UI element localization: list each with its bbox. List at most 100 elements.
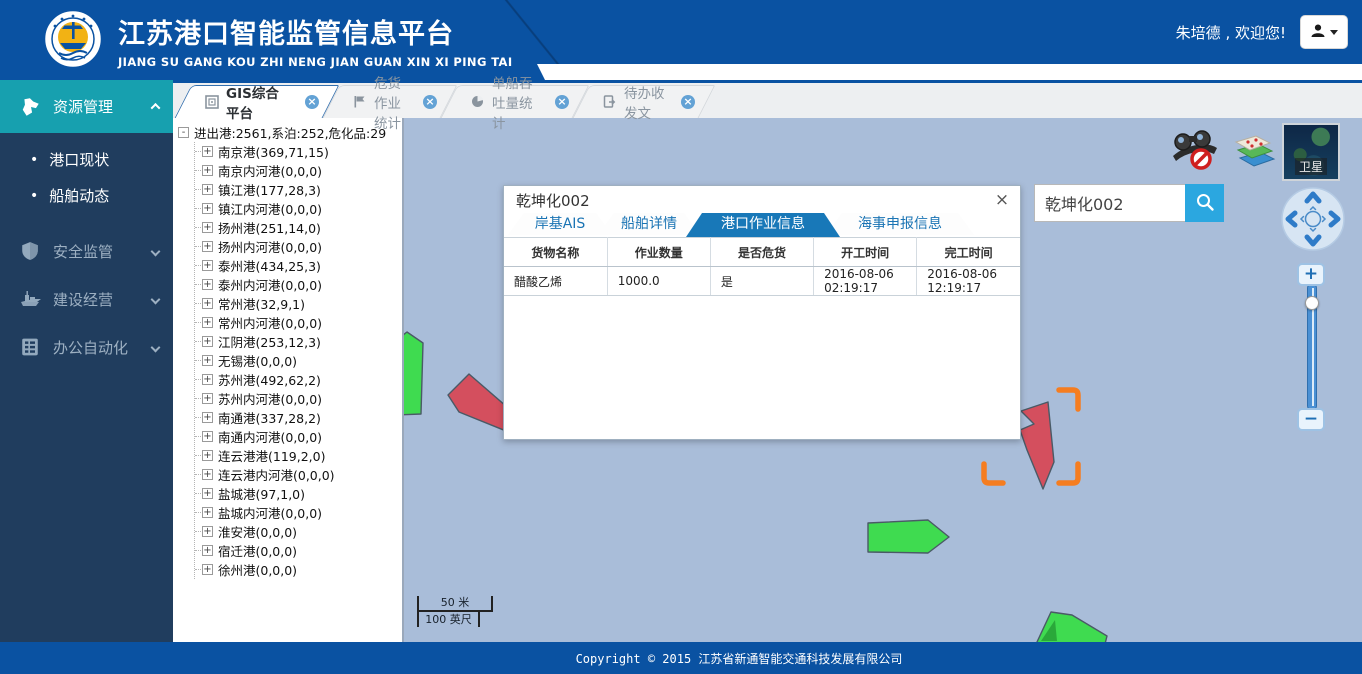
- tab-dangerous-cargo-stats[interactable]: 危货作业统计: [331, 85, 449, 118]
- tree-node-label: 淮安港(0,0,0): [218, 522, 297, 541]
- expand-icon[interactable]: [202, 507, 213, 518]
- tree-root-node[interactable]: 进出港:2561,系泊:252,危化品:29: [173, 123, 402, 142]
- expand-icon[interactable]: [202, 298, 213, 309]
- expand-icon[interactable]: [202, 545, 213, 556]
- collapse-icon[interactable]: [178, 127, 189, 138]
- satellite-view-button[interactable]: 卫星: [1282, 123, 1340, 181]
- tree-node[interactable]: 镇江内河港(0,0,0): [195, 199, 402, 218]
- tree-node-label: 江阴港(253,12,3): [218, 332, 321, 351]
- close-icon[interactable]: [305, 95, 319, 109]
- tree-node-label: 南京港(369,71,15): [218, 142, 329, 161]
- ship-marker-green[interactable]: [868, 520, 949, 553]
- zoom-out-button[interactable]: −: [1297, 408, 1325, 431]
- tree-node[interactable]: 常州港(32,9,1): [195, 294, 402, 313]
- tree-node[interactable]: 扬州内河港(0,0,0): [195, 237, 402, 256]
- sidebar-item-safety-supervision[interactable]: 安全监管: [0, 227, 173, 275]
- expand-icon[interactable]: [202, 317, 213, 328]
- expand-icon[interactable]: [202, 469, 213, 480]
- expand-icon[interactable]: [202, 222, 213, 233]
- tree-node[interactable]: 淮安港(0,0,0): [195, 522, 402, 541]
- tab-throughput-stats[interactable]: 单船吞吐量统计: [449, 85, 581, 118]
- expand-icon[interactable]: [202, 450, 213, 461]
- user-area: 朱培德 , 欢迎您!: [1176, 0, 1348, 64]
- expand-icon[interactable]: [202, 260, 213, 271]
- expand-icon[interactable]: [202, 336, 213, 347]
- expand-icon[interactable]: [202, 374, 213, 385]
- zoom-thumb[interactable]: [1305, 296, 1319, 310]
- popup-tab-ais[interactable]: 岸基AIS: [508, 213, 612, 235]
- tree-node[interactable]: 苏州内河港(0,0,0): [195, 389, 402, 408]
- sidebar-subitem-label: 港口现状: [49, 149, 109, 170]
- search-button[interactable]: [1185, 184, 1224, 222]
- tree-node[interactable]: 南京港(369,71,15): [195, 142, 402, 161]
- ship-marker-red-selected[interactable]: [1020, 402, 1054, 489]
- zoom-in-button[interactable]: +: [1297, 263, 1325, 286]
- tree-node[interactable]: 泰州内河港(0,0,0): [195, 275, 402, 294]
- binoculars-measure-icon[interactable]: [1169, 130, 1223, 176]
- tree-node[interactable]: 南京内河港(0,0,0): [195, 161, 402, 180]
- tree-node[interactable]: 连云港内河港(0,0,0): [195, 465, 402, 484]
- tree-node[interactable]: 连云港港(119,2,0): [195, 446, 402, 465]
- ship-marker-green[interactable]: [404, 332, 423, 415]
- close-icon[interactable]: [555, 95, 569, 109]
- cell-is-dangerous: 是: [710, 267, 813, 296]
- sidebar-item-resource-mgmt[interactable]: 资源管理: [0, 80, 173, 133]
- region-map-icon: [20, 97, 42, 117]
- zoom-slider: + −: [1297, 263, 1327, 431]
- gis-map[interactable]: 乾坤化002 岸基AIS 船舶详情 港口作业信息 海事申报信息 货物名称作业数量…: [404, 118, 1362, 642]
- expand-icon[interactable]: [202, 355, 213, 366]
- tree-node[interactable]: 镇江港(177,28,3): [195, 180, 402, 199]
- expand-icon[interactable]: [202, 564, 213, 575]
- expand-icon[interactable]: [202, 279, 213, 290]
- tab-label: 危货作业统计: [374, 72, 409, 132]
- tree-node[interactable]: 江阴港(253,12,3): [195, 332, 402, 351]
- expand-icon[interactable]: [202, 184, 213, 195]
- sidebar-item-ship-dynamics[interactable]: 船舶动态: [0, 185, 173, 205]
- tree-node[interactable]: 徐州港(0,0,0): [195, 560, 402, 579]
- close-icon[interactable]: [423, 95, 437, 109]
- sidebar-item-label: 建设经营: [53, 289, 152, 310]
- chevron-up-icon: [151, 103, 161, 113]
- tree-node[interactable]: 无锡港(0,0,0): [195, 351, 402, 370]
- sidebar-item-construction-operation[interactable]: 建设经营: [0, 275, 173, 323]
- tree-node-label: 苏州港(492,62,2): [218, 370, 321, 389]
- popup-tab-ship-detail[interactable]: 船舶详情: [598, 213, 700, 235]
- expand-icon[interactable]: [202, 431, 213, 442]
- tree-node[interactable]: 扬州港(251,14,0): [195, 218, 402, 237]
- sidebar-item-office-automation[interactable]: 办公自动化: [0, 323, 173, 371]
- close-icon[interactable]: [681, 95, 695, 109]
- expand-icon[interactable]: [202, 393, 213, 404]
- layers-icon[interactable]: [1228, 132, 1276, 174]
- close-icon[interactable]: [994, 193, 1010, 209]
- expand-icon[interactable]: [202, 526, 213, 537]
- tree-node[interactable]: 盐城内河港(0,0,0): [195, 503, 402, 522]
- search-input[interactable]: [1034, 184, 1185, 222]
- tree-node[interactable]: 宿迁港(0,0,0): [195, 541, 402, 560]
- tree-node[interactable]: 盐城港(97,1,0): [195, 484, 402, 503]
- pan-control[interactable]: [1280, 186, 1346, 252]
- expand-icon[interactable]: [202, 241, 213, 252]
- tree-node-label: 无锡港(0,0,0): [218, 351, 297, 370]
- tree-node[interactable]: 泰州港(434,25,3): [195, 256, 402, 275]
- tab-pending-documents[interactable]: 待办收发文: [581, 85, 707, 118]
- scale-imperial: 100 英尺: [417, 612, 480, 627]
- expand-icon[interactable]: [202, 146, 213, 157]
- zoom-track[interactable]: [1307, 284, 1317, 410]
- tab-gis-platform[interactable]: GIS综合平台: [183, 85, 331, 118]
- expand-icon[interactable]: [202, 412, 213, 423]
- ship-icon: [20, 289, 42, 309]
- tree-node[interactable]: 常州内河港(0,0,0): [195, 313, 402, 332]
- user-menu-button[interactable]: [1300, 15, 1348, 49]
- expand-icon[interactable]: [202, 488, 213, 499]
- sidebar-item-port-status[interactable]: 港口现状: [0, 149, 173, 169]
- tree-node-label: 常州港(32,9,1): [218, 294, 305, 313]
- tab-label: 单船吞吐量统计: [492, 72, 541, 132]
- tree-node-label: 连云港内河港(0,0,0): [218, 465, 335, 484]
- expand-icon[interactable]: [202, 203, 213, 214]
- tree-node[interactable]: 苏州港(492,62,2): [195, 370, 402, 389]
- expand-icon[interactable]: [202, 165, 213, 176]
- tree-node[interactable]: 南通港(337,28,2): [195, 408, 402, 427]
- popup-tab-port-operation[interactable]: 港口作业信息: [686, 213, 840, 237]
- tree-node[interactable]: 南通内河港(0,0,0): [195, 427, 402, 446]
- popup-tab-maritime-declaration[interactable]: 海事申报信息: [826, 213, 974, 235]
